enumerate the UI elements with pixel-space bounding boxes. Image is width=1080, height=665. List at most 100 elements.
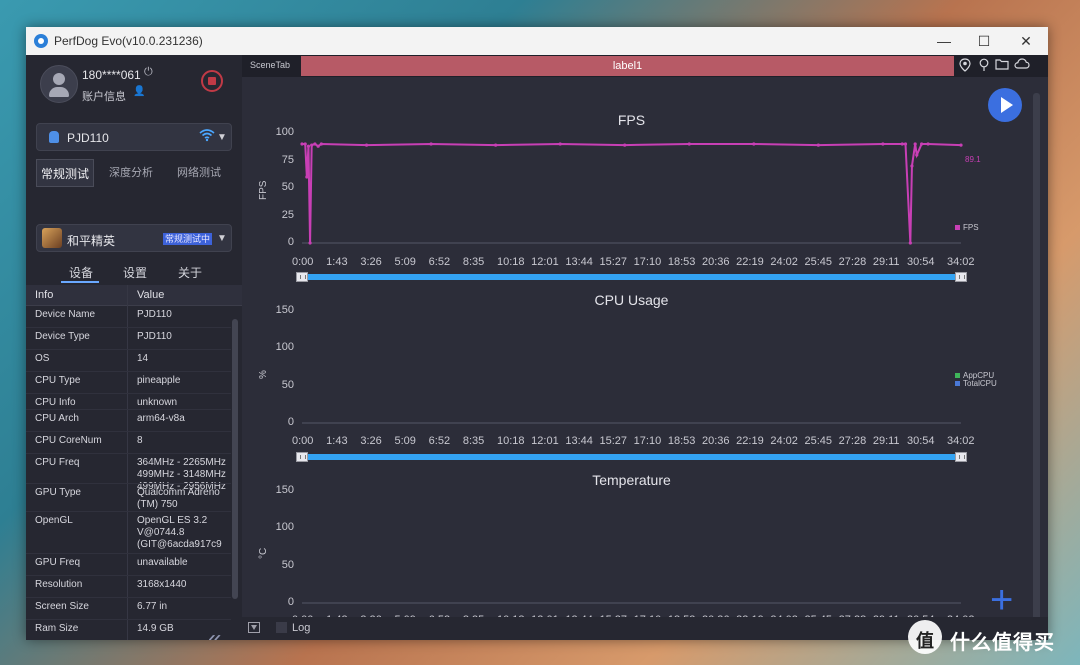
x-tick-label: 6:52 <box>428 435 451 447</box>
row-divider <box>26 431 231 432</box>
x-tick-label: 13:44 <box>565 256 593 268</box>
account-info-link[interactable]: 账户信息 <box>82 88 126 104</box>
info-value: PJD110 <box>137 309 172 320</box>
table-header: Info Value <box>26 285 242 306</box>
active-tab-indicator <box>61 281 99 283</box>
header-info: Info <box>35 289 54 301</box>
x-tick-label: 12:01 <box>531 256 559 268</box>
watermark-logo <box>908 620 942 654</box>
device-name: PJD110 <box>67 131 109 145</box>
x-tick-label: 24:02 <box>770 435 798 447</box>
info-value: 8 <box>137 435 143 446</box>
tab-regular-test[interactable]: 常规测试 <box>36 159 94 187</box>
header-value: Value <box>137 289 165 301</box>
x-tick-label: 25:45 <box>804 256 833 268</box>
x-tick-label: 34:02 <box>947 435 975 447</box>
pin-icon[interactable] <box>978 58 990 75</box>
location-icon[interactable] <box>959 58 971 75</box>
data-point <box>308 241 312 245</box>
x-tick-label: 34:02 <box>947 256 975 268</box>
x-tick-label: 15:27 <box>599 435 628 447</box>
subtab-settings[interactable]: 设置 <box>123 264 147 281</box>
wifi-icon <box>199 128 215 145</box>
data-point <box>915 153 919 157</box>
row-divider <box>26 327 231 328</box>
row-divider <box>26 371 231 372</box>
play-button[interactable] <box>988 88 1022 122</box>
slider-handle-start[interactable] <box>296 272 308 282</box>
toggle-log-panel-button[interactable] <box>248 622 260 633</box>
data-point <box>303 142 307 146</box>
data-point <box>920 142 924 146</box>
slider-handle-start[interactable] <box>296 452 308 462</box>
y-tick-label: 0 <box>287 236 294 248</box>
subtab-device[interactable]: 设备 <box>69 264 93 281</box>
title-bar: PerfDog Evo(v10.0.231236) — ☐ ✕ <box>26 27 1048 55</box>
power-icon[interactable]: ⏻ <box>144 66 153 79</box>
info-key: Device Type <box>35 331 90 342</box>
x-tick-label: 30:54 <box>907 256 935 268</box>
main-scrollbar[interactable] <box>1033 93 1040 633</box>
info-subtabs: 设备 设置 关于 <box>26 264 242 284</box>
info-value: PJD110 <box>137 331 172 342</box>
row-divider <box>26 553 231 554</box>
x-tick-label: 12:01 <box>531 435 559 447</box>
maximize-button[interactable]: ☐ <box>964 31 1004 51</box>
info-value: Qualcomm Adreno (TM) 750 <box>137 487 220 510</box>
label-tab[interactable]: label1 <box>301 56 954 76</box>
tab-network-test[interactable]: 网络测试 <box>166 159 232 187</box>
slider-handle-end[interactable] <box>955 452 967 462</box>
data-point <box>816 143 820 147</box>
data-point <box>959 143 963 147</box>
app-name: 和平精英 <box>67 234 116 248</box>
folder-icon[interactable] <box>995 58 1009 73</box>
info-value: unknown <box>137 397 178 408</box>
x-tick-label: 3:26 <box>360 435 382 447</box>
tab-deep-analysis[interactable]: 深度分析 <box>98 159 164 187</box>
app-select[interactable]: 和平精英 常规测试中 ▼ <box>36 224 232 252</box>
legend-item: FPS <box>955 223 979 232</box>
scene-tab[interactable]: SceneTab <box>250 60 290 70</box>
info-value: unavailable <box>137 557 188 568</box>
chevron-down-icon: ▼ <box>217 233 227 244</box>
chart-title: FPS <box>617 112 646 128</box>
y-tick-label: 50 <box>281 378 294 391</box>
time-range-slider[interactable] <box>296 272 967 282</box>
x-tick-label: 18:53 <box>667 256 696 268</box>
y-axis-label: °C <box>258 547 269 559</box>
cloud-icon[interactable] <box>1014 58 1030 73</box>
y-tick-label: 75 <box>281 153 294 166</box>
y-tick-label: 0 <box>287 416 294 428</box>
data-point <box>687 142 691 146</box>
device-select[interactable]: PJD110 ▼ <box>36 123 232 151</box>
info-value: pineapple <box>137 375 181 386</box>
data-point <box>881 142 885 146</box>
subtab-about[interactable]: 关于 <box>178 264 202 281</box>
data-point <box>926 142 930 146</box>
info-key: CPU Arch <box>35 413 79 424</box>
stop-record-button[interactable] <box>201 70 223 92</box>
x-tick-label: 18:53 <box>667 435 696 447</box>
y-tick-label: 100 <box>275 521 294 534</box>
time-range-slider[interactable] <box>296 452 967 462</box>
data-point <box>310 143 314 147</box>
add-chart-button[interactable]: + <box>990 580 1013 620</box>
slider-handle-end[interactable] <box>955 272 967 282</box>
x-tick-label: 5:09 <box>394 435 416 447</box>
x-tick-label: 29:11 <box>872 435 900 447</box>
x-tick-label: 20:36 <box>702 435 730 447</box>
info-key: GPU Freq <box>35 557 81 568</box>
sidebar-scrollbar[interactable] <box>232 319 238 599</box>
data-point <box>558 142 562 146</box>
data-point <box>305 175 309 179</box>
info-value: 3168x1440 <box>137 579 187 590</box>
data-point <box>300 142 304 146</box>
x-tick-label: 0:00 <box>292 435 314 447</box>
collapse-sidebar-icon[interactable]: « <box>208 627 221 641</box>
close-button[interactable]: ✕ <box>1006 31 1046 51</box>
avatar[interactable] <box>40 65 78 103</box>
log-checkbox[interactable] <box>276 622 287 633</box>
minimize-button[interactable]: — <box>924 31 964 51</box>
data-point <box>623 143 627 147</box>
info-key: CPU Freq <box>35 457 80 468</box>
